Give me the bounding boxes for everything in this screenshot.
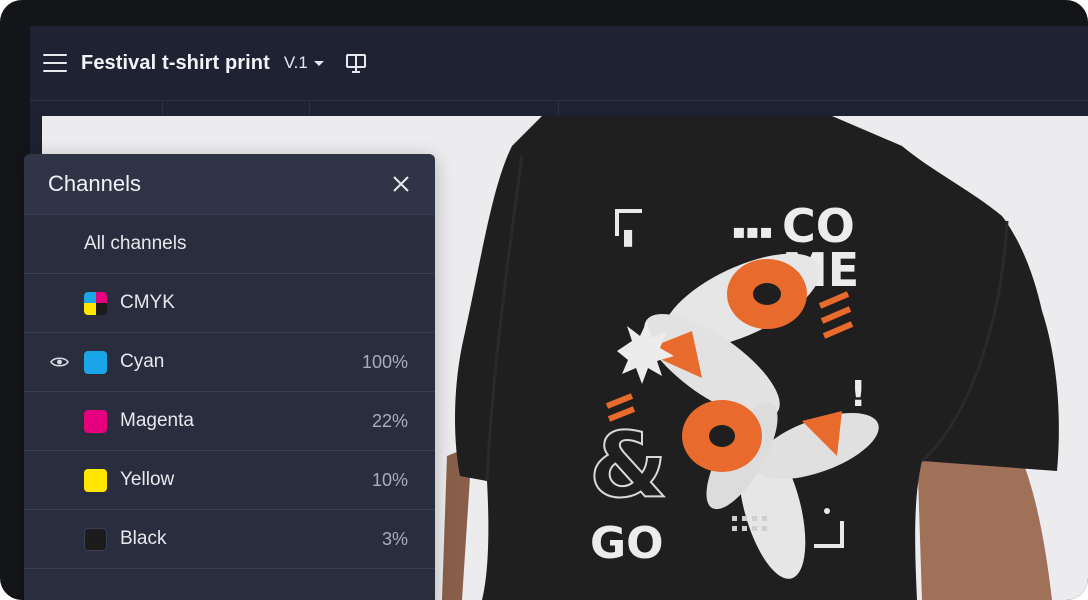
channel-label: Yellow — [120, 469, 175, 490]
secondary-toolbar — [30, 101, 1088, 115]
svg-text:▪▪▪: ▪▪▪ — [732, 219, 773, 243]
yellow-swatch — [84, 468, 107, 492]
close-icon[interactable] — [391, 174, 411, 194]
channel-label: CMYK — [120, 292, 175, 313]
svg-text:!: ! — [850, 374, 866, 415]
channels-panel-header: Channels — [24, 154, 435, 214]
channel-label: All channels — [84, 233, 187, 254]
channel-row-cyan[interactable]: Cyan 100% — [24, 332, 435, 391]
print-ampersand: & — [589, 413, 668, 518]
channel-label: Cyan — [120, 351, 165, 372]
top-toolbar: Festival t-shirt print V.1 — [30, 26, 1088, 101]
eye-icon[interactable] — [50, 355, 69, 369]
channel-row-partial — [24, 568, 435, 600]
channel-row-yellow[interactable]: Yellow 10% — [24, 450, 435, 509]
document-title: Festival t-shirt print — [81, 51, 270, 74]
version-label: V.1 — [283, 53, 308, 72]
channel-label: Black — [120, 528, 167, 549]
magenta-swatch — [84, 409, 107, 433]
channel-percent: 10% — [371, 469, 408, 490]
channel-percent: 22% — [371, 410, 408, 431]
window-frame: Festival t-shirt print V.1 ▮ CO ME ▪▪▪ &… — [0, 0, 1088, 600]
channels-panel-title: Channels — [48, 171, 141, 196]
cyan-swatch — [84, 350, 107, 374]
channel-percent: 3% — [381, 528, 408, 549]
black-swatch — [84, 527, 107, 551]
channel-row-magenta[interactable]: Magenta 22% — [24, 391, 435, 450]
channel-row-black[interactable]: Black 3% — [24, 509, 435, 568]
version-dropdown[interactable]: V.1 — [284, 53, 324, 73]
channel-percent: 100% — [361, 351, 408, 372]
svg-text:▮: ▮ — [622, 225, 634, 250]
preview-monitor-icon[interactable] — [345, 52, 367, 74]
channel-row-all[interactable]: All channels — [24, 214, 435, 273]
hamburger-menu-icon[interactable] — [43, 54, 67, 72]
chevron-down-icon — [313, 60, 324, 66]
channel-row-cmyk[interactable]: CMYK — [24, 273, 435, 332]
channel-label: Magenta — [120, 410, 194, 431]
print-text-go: GO — [590, 518, 664, 569]
cmyk-swatch-icon — [84, 291, 107, 315]
channels-panel: Channels All channels CMYK Cyan 100% Mag… — [24, 154, 435, 600]
